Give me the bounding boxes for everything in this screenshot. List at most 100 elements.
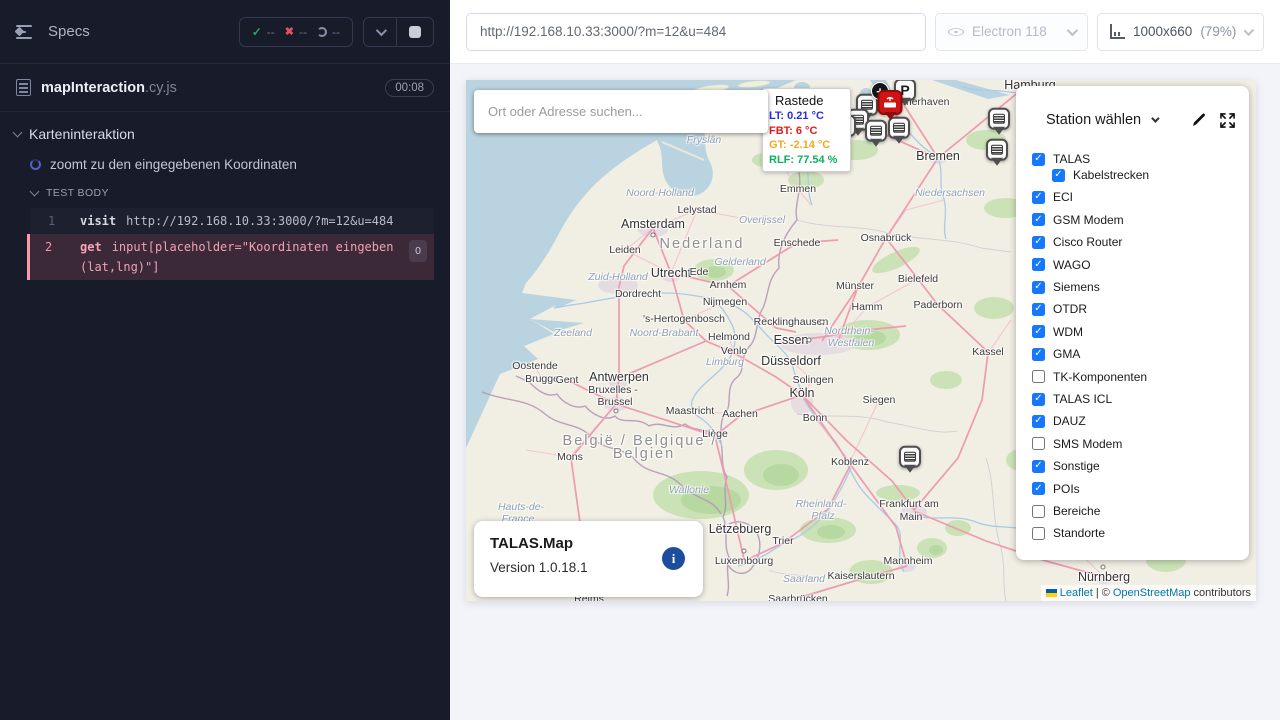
cypress-sidebar: Specs ✓-- ✖-- -- mapInteraction.cy.js 00… bbox=[0, 0, 450, 720]
filter-item-gsm-modem[interactable]: ✓GSM Modem bbox=[1032, 213, 1124, 227]
checkbox[interactable] bbox=[1032, 370, 1045, 383]
spec-duration-badge: 00:08 bbox=[385, 79, 434, 97]
filter-item-sonstige[interactable]: ✓Sonstige bbox=[1032, 459, 1100, 473]
router-alarm-icon bbox=[883, 96, 898, 109]
spec-file-name: mapInteraction.cy.js bbox=[41, 80, 385, 96]
test-title: zoomt zu den eingegebenen Koordinaten bbox=[50, 157, 297, 172]
map-search-box bbox=[474, 90, 768, 133]
chevron-down-icon bbox=[1067, 24, 1078, 35]
stat-failed: ✖-- bbox=[285, 25, 307, 39]
filter-item-standorte[interactable]: Standorte bbox=[1032, 526, 1105, 540]
run-controls bbox=[363, 17, 434, 47]
test-zoomt-zu-koordinaten[interactable]: zoomt zu den eingegebenen Koordinaten bbox=[0, 148, 450, 178]
filter-item-pois[interactable]: ✓POIs bbox=[1032, 482, 1080, 496]
station-filter-list: ✓TALAS ✓Kabelstrecken ✓ECI ✓GSM Modem ✓Cisco… bbox=[1016, 86, 1249, 560]
collapse-all-button[interactable] bbox=[364, 18, 396, 46]
station-marker[interactable] bbox=[988, 108, 1010, 130]
checkbox[interactable]: ✓ bbox=[1032, 303, 1045, 316]
viewport-select[interactable]: 1000x660 (79%) bbox=[1097, 13, 1264, 51]
checkbox[interactable]: ✓ bbox=[1032, 281, 1045, 294]
checkbox[interactable] bbox=[1032, 437, 1045, 450]
aut-panel: Electron 118 1000x660 (79%) bbox=[450, 0, 1280, 720]
filter-item-talas-icl[interactable]: ✓TALAS ICL bbox=[1032, 392, 1112, 406]
chevron-down-icon bbox=[1244, 25, 1254, 35]
filter-item-cisco-router[interactable]: ✓Cisco Router bbox=[1032, 235, 1122, 249]
url-input[interactable] bbox=[466, 13, 926, 51]
stop-icon bbox=[409, 26, 421, 38]
tooltip-title: Rastede bbox=[775, 93, 850, 108]
command-log: 1 visithttp://192.168.10.33:3000/?m=12&u… bbox=[30, 208, 434, 280]
filter-item-siemens[interactable]: ✓Siemens bbox=[1032, 280, 1100, 294]
filter-item-kabelstrecken[interactable]: ✓Kabelstrecken bbox=[1052, 168, 1149, 182]
browser-select[interactable]: Electron 118 bbox=[935, 13, 1088, 51]
x-icon: ✖ bbox=[285, 25, 294, 38]
checkbox[interactable]: ✓ bbox=[1032, 415, 1045, 428]
filter-item-dauz[interactable]: ✓DAUZ bbox=[1032, 414, 1086, 428]
osm-link[interactable]: OpenStreetMap bbox=[1113, 587, 1191, 599]
search-input[interactable] bbox=[474, 104, 768, 119]
checkbox[interactable]: ✓ bbox=[1032, 393, 1045, 406]
filter-item-sms-modem[interactable]: SMS Modem bbox=[1032, 437, 1122, 451]
filter-item-eci[interactable]: ✓ECI bbox=[1032, 190, 1073, 204]
filter-item-wdm[interactable]: ✓WDM bbox=[1032, 325, 1083, 339]
info-icon[interactable]: i bbox=[662, 547, 685, 570]
test-body-label: TEST BODY bbox=[46, 187, 109, 199]
test-body-toggle[interactable]: TEST BODY bbox=[0, 178, 450, 206]
stop-button[interactable] bbox=[396, 18, 433, 46]
chevron-down-icon bbox=[376, 24, 387, 35]
station-rack-icon bbox=[904, 452, 916, 462]
checkbox[interactable]: ✓ bbox=[1032, 213, 1045, 226]
leaflet-link[interactable]: Leaflet bbox=[1060, 587, 1093, 599]
checkbox[interactable]: ✓ bbox=[1032, 191, 1045, 204]
checkbox[interactable]: ✓ bbox=[1052, 169, 1065, 182]
command-get[interactable]: 2 getinput[placeholder="Koordinaten eing… bbox=[27, 234, 434, 280]
checkbox[interactable]: ✓ bbox=[1032, 258, 1045, 271]
aut-stage: HamburgBremerhavenBremenNiedersachsenEmm… bbox=[450, 64, 1280, 720]
stat-passed: ✓-- bbox=[252, 25, 275, 39]
filter-item-wago[interactable]: ✓WAGO bbox=[1032, 258, 1091, 272]
station-rack-icon bbox=[870, 126, 882, 136]
station-filter-panel: Station wählen ✓TALAS✓Kabelstrecken✓ECI✓… bbox=[1016, 86, 1249, 560]
chevron-down-icon bbox=[13, 128, 23, 138]
checkbox[interactable]: ✓ bbox=[1032, 236, 1045, 249]
aut-viewport: HamburgBremerhavenBremenNiedersachsenEmm… bbox=[466, 80, 1256, 601]
stat-running: -- bbox=[317, 25, 340, 39]
tooltip-row: GT: -2.14 °C bbox=[769, 138, 850, 153]
running-icon bbox=[317, 27, 327, 37]
station-marker[interactable] bbox=[986, 139, 1008, 161]
filter-item-gma[interactable]: ✓GMA bbox=[1032, 347, 1080, 361]
spec-file-row[interactable]: mapInteraction.cy.js 00:08 bbox=[0, 64, 450, 112]
specs-menu-icon[interactable] bbox=[16, 25, 36, 39]
about-card: TALAS.Map Version 1.0.18.1 i bbox=[474, 521, 703, 597]
tooltip-row: FBT: 6 °C bbox=[769, 124, 850, 139]
filter-item-tk-komponenten[interactable]: TK-Komponenten bbox=[1032, 370, 1147, 384]
suite-title: Karteninteraktion bbox=[29, 126, 135, 142]
checkbox[interactable]: ✓ bbox=[1032, 482, 1045, 495]
checkbox[interactable]: ✓ bbox=[1032, 460, 1045, 473]
map-canvas[interactable]: HamburgBremerhavenBremenNiedersachsenEmm… bbox=[466, 80, 1256, 601]
checkbox[interactable] bbox=[1032, 505, 1045, 518]
test-stats: ✓-- ✖-- -- bbox=[239, 17, 353, 47]
checkbox[interactable]: ✓ bbox=[1032, 348, 1045, 361]
app-version: Version 1.0.18.1 bbox=[490, 560, 687, 575]
ukraine-flag-icon bbox=[1046, 589, 1057, 597]
checkbox[interactable]: ✓ bbox=[1032, 153, 1045, 166]
station-marker[interactable] bbox=[899, 446, 921, 468]
filter-item-bereiche[interactable]: Bereiche bbox=[1032, 504, 1100, 518]
yield-count-badge: 0 bbox=[409, 240, 427, 262]
aut-toolbar: Electron 118 1000x660 (79%) bbox=[450, 0, 1280, 64]
check-icon: ✓ bbox=[252, 25, 262, 39]
filter-item-talas[interactable]: ✓TALAS bbox=[1032, 152, 1090, 166]
alarm-marker[interactable] bbox=[878, 90, 903, 115]
station-rack-icon bbox=[991, 145, 1003, 155]
suite-karteninteraktion[interactable]: Karteninteraktion bbox=[0, 112, 450, 148]
map-attribution: Leaflet | © OpenStreetMap contributors bbox=[1041, 585, 1256, 601]
station-tooltip: Rastede LT: 0.21 °CFBT: 6 °CGT: -2.14 °C… bbox=[762, 88, 851, 172]
checkbox[interactable]: ✓ bbox=[1032, 325, 1045, 338]
filter-item-otdr[interactable]: ✓OTDR bbox=[1032, 302, 1087, 316]
ruler-icon bbox=[1110, 24, 1125, 39]
checkbox[interactable] bbox=[1032, 527, 1045, 540]
command-visit[interactable]: 1 visithttp://192.168.10.33:3000/?m=12&u… bbox=[30, 208, 434, 234]
chevron-down-icon bbox=[30, 187, 40, 197]
tooltip-row: RLF: 77.54 % bbox=[769, 153, 850, 168]
